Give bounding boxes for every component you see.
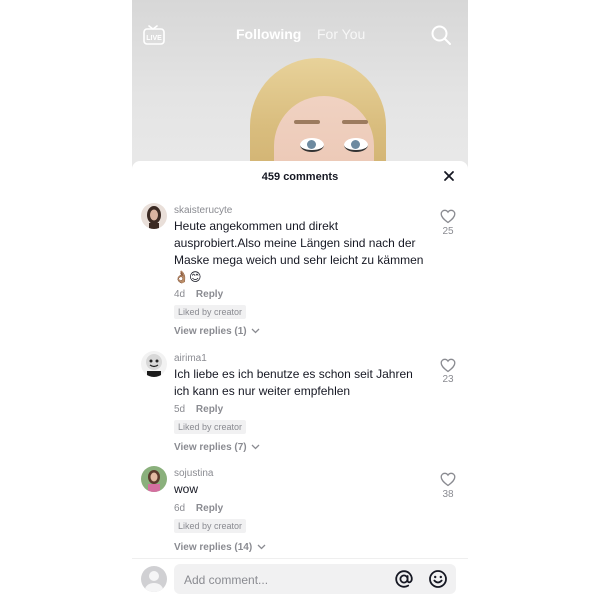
chevron-down-icon xyxy=(251,328,260,334)
comments-sheet-header: 459 comments xyxy=(132,161,468,193)
avatar[interactable] xyxy=(141,466,167,492)
like-count: 38 xyxy=(442,489,454,500)
search-icon[interactable] xyxy=(430,24,452,46)
comment-age: 5d xyxy=(174,404,186,415)
comment-text: Ich liebe es ich benutze es schon seit J… xyxy=(174,367,413,398)
heart-outline-icon[interactable] xyxy=(440,358,456,373)
view-replies-label: View replies (14) xyxy=(174,542,253,553)
view-replies-button[interactable]: View replies (7) xyxy=(174,442,260,453)
close-icon[interactable] xyxy=(442,169,456,183)
like-count: 25 xyxy=(442,226,454,237)
liked-by-creator-badge: Liked by creator xyxy=(174,519,247,533)
comment-meta: 5d Reply xyxy=(174,404,223,415)
chevron-down-icon xyxy=(251,444,260,450)
comment-age: 4d xyxy=(174,289,186,300)
comment-text: Heute angekommen und direkt ausprobiert.… xyxy=(174,219,424,284)
reply-button[interactable]: Reply xyxy=(196,404,223,415)
comment-username[interactable]: skaisterucyte xyxy=(174,205,232,216)
heart-outline-icon[interactable] xyxy=(440,472,456,487)
view-replies-label: View replies (7) xyxy=(174,442,247,453)
comment-composer xyxy=(132,558,468,600)
tab-for-you[interactable]: For You xyxy=(317,26,365,42)
comment-age: 6d xyxy=(174,503,186,514)
phone-screen: LIVE Following For You 459 comments skai… xyxy=(132,0,468,600)
live-label: LIVE xyxy=(146,35,162,42)
view-replies-button[interactable]: View replies (14) xyxy=(174,542,266,553)
heart-outline-icon[interactable] xyxy=(440,209,456,224)
liked-by-creator-badge: Liked by creator xyxy=(174,420,247,434)
tab-following[interactable]: Following xyxy=(236,26,301,42)
avatar[interactable] xyxy=(141,203,167,229)
comment-username[interactable]: sojustina xyxy=(174,468,213,479)
comment-meta: 6d Reply xyxy=(174,503,223,514)
comment-text: wow xyxy=(174,482,199,496)
avatar[interactable] xyxy=(141,351,167,377)
view-replies-button[interactable]: View replies (1) xyxy=(174,326,260,337)
comment-input-box xyxy=(174,564,456,596)
avatar xyxy=(141,566,167,592)
video-person-right-brow xyxy=(342,120,368,124)
at-sign-icon[interactable] xyxy=(394,569,414,589)
chevron-down-icon xyxy=(257,544,266,550)
reply-button[interactable]: Reply xyxy=(196,289,223,300)
liked-by-creator-badge: Liked by creator xyxy=(174,305,247,319)
comment-input[interactable] xyxy=(182,564,396,596)
reply-button[interactable]: Reply xyxy=(196,503,223,514)
video-person-left-eye xyxy=(300,138,324,152)
smiley-icon[interactable] xyxy=(428,569,448,589)
video-person-left-brow xyxy=(294,120,320,124)
live-tv-icon[interactable]: LIVE xyxy=(142,24,166,46)
top-navigation: LIVE Following For You xyxy=(132,18,468,52)
like-count: 23 xyxy=(442,374,454,385)
comments-sheet: 459 comments skaisterucyte Heute angekom… xyxy=(132,161,468,600)
comment-username[interactable]: airima1 xyxy=(174,353,207,364)
comments-count-title: 459 comments xyxy=(261,171,339,183)
view-replies-label: View replies (1) xyxy=(174,326,247,337)
comment-meta: 4d Reply xyxy=(174,289,223,300)
video-person-right-eye xyxy=(344,138,368,152)
